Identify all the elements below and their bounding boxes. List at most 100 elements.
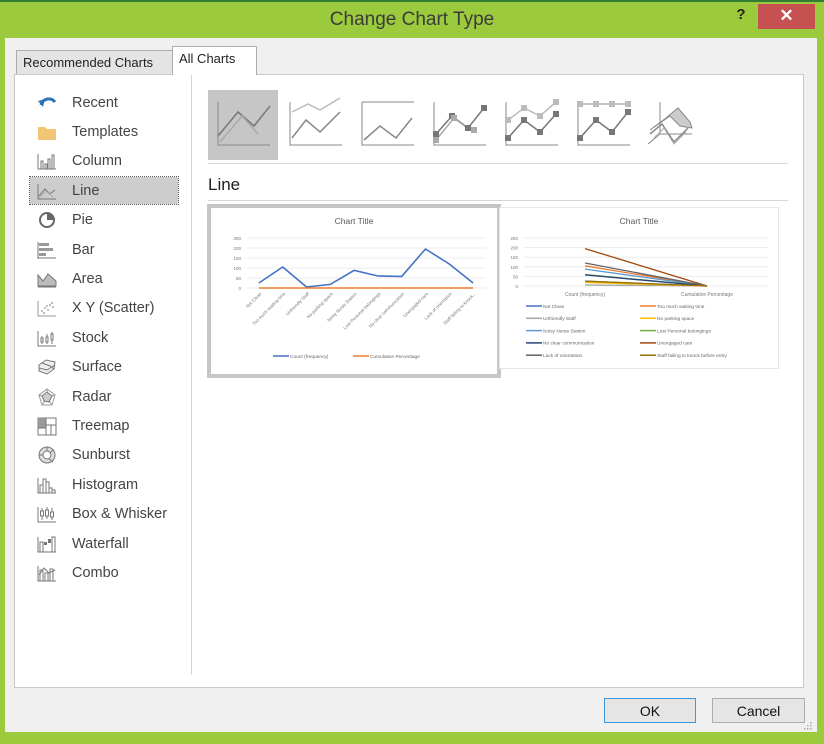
sidebar-item-label: X Y (Scatter) bbox=[72, 300, 155, 317]
sidebar-item-label: Area bbox=[72, 270, 103, 287]
subtype-line-icon[interactable] bbox=[208, 90, 278, 160]
y-tick-label: 150 bbox=[233, 256, 241, 261]
sidebar-item-waterfall[interactable]: Waterfall bbox=[30, 530, 178, 557]
y-tick-label: 250 bbox=[233, 236, 241, 241]
legend-label: Count (frequency) bbox=[290, 354, 329, 360]
legend-label: Unfriendly Staff bbox=[543, 316, 576, 322]
ok-button[interactable]: OK bbox=[604, 698, 696, 723]
sidebar-item-label: Radar bbox=[72, 388, 112, 405]
sidebar-item-label: Templates bbox=[72, 123, 139, 140]
bar-chart-icon bbox=[36, 240, 58, 260]
chart-preview-svg-1: Chart Title050100150200250Not CleanToo m… bbox=[233, 216, 485, 360]
chart-subtype-gallery bbox=[208, 90, 788, 160]
cancel-button[interactable]: Cancel bbox=[712, 698, 805, 723]
subtype-stacked-line-icon[interactable] bbox=[280, 90, 350, 160]
chart-preview-svg-2: Chart Title 0 50 100 150 200 250 Count (frequen… bbox=[510, 216, 768, 359]
sidebar-item-box-whisker[interactable]: Box & Whisker bbox=[30, 501, 178, 528]
subtype-line-with-markers-icon[interactable] bbox=[424, 90, 494, 160]
sidebar-item-label: Combo bbox=[72, 564, 119, 581]
y-tick-label: 100 bbox=[510, 265, 518, 270]
sidebar-item-stock[interactable]: Stock bbox=[30, 324, 178, 351]
subtype-100-stacked-line-with-markers-icon[interactable] bbox=[568, 90, 638, 160]
sidebar-item-radar[interactable]: Radar bbox=[30, 383, 178, 410]
sidebar-item-line[interactable]: Line bbox=[29, 176, 179, 206]
chart-type-list: Recent Templates Column Line Pie Bar Area X Y (… bbox=[15, 75, 192, 675]
column-chart-icon bbox=[36, 151, 58, 171]
tab-recommended-charts[interactable]: Recommended Charts bbox=[16, 50, 174, 74]
close-button[interactable]: ✕ bbox=[758, 4, 815, 29]
combo-chart-icon bbox=[36, 563, 58, 583]
help-button[interactable]: ? bbox=[733, 6, 749, 28]
scatter-chart-icon bbox=[36, 298, 58, 318]
sidebar-item-column[interactable]: Column bbox=[30, 148, 178, 175]
x-tick-label: Not Clean bbox=[245, 291, 263, 309]
x-tick-label: Cumulative Percentage bbox=[681, 292, 733, 298]
recent-icon bbox=[36, 93, 58, 113]
subtype-title: Line bbox=[208, 175, 241, 194]
sidebar-item-treemap[interactable]: Treemap bbox=[30, 412, 178, 439]
all-charts-panel: Recent Templates Column Line Pie Bar Area X Y (… bbox=[14, 74, 804, 688]
y-tick-label: 50 bbox=[513, 274, 519, 279]
sidebar-item-area[interactable]: Area bbox=[30, 265, 178, 292]
y-tick-label: 0 bbox=[515, 284, 518, 289]
sidebar-item-pie[interactable]: Pie bbox=[30, 207, 178, 234]
sidebar-item-templates[interactable]: Templates bbox=[30, 118, 178, 145]
legend-label: Lost Personal belongings bbox=[657, 328, 711, 334]
line-chart-icon bbox=[36, 181, 58, 201]
sidebar-item-label: Stock bbox=[72, 329, 109, 346]
sidebar-item-sunburst[interactable]: Sunburst bbox=[30, 442, 178, 469]
folder-icon bbox=[36, 122, 58, 142]
area-chart-icon bbox=[36, 269, 58, 289]
box-whisker-chart-icon bbox=[36, 504, 58, 524]
subtype-100-stacked-line-icon[interactable] bbox=[352, 90, 422, 160]
sidebar-item-label: Waterfall bbox=[72, 535, 129, 552]
resize-grip-icon[interactable] bbox=[804, 722, 812, 730]
legend-label: Too much waiting time bbox=[657, 304, 705, 310]
chart-title: Chart Title bbox=[620, 216, 659, 226]
chart-preview-1[interactable]: Chart Title 0 50 100 150 200 250 Not Clean Too m… bbox=[207, 204, 501, 378]
legend-label: Lack of orientation bbox=[543, 353, 583, 359]
chart-title: Chart Title bbox=[335, 216, 374, 226]
treemap-chart-icon bbox=[36, 416, 58, 436]
sidebar-item-label: Line bbox=[72, 182, 100, 199]
sidebar-item-histogram[interactable]: Histogram bbox=[30, 471, 178, 498]
subtype-stacked-line-with-markers-icon[interactable] bbox=[496, 90, 566, 160]
dialog-body: Recommended Charts All Charts Recent Temp… bbox=[5, 38, 817, 732]
x-tick-label: Count (frequency) bbox=[565, 292, 605, 298]
legend-label: Unengaged care bbox=[657, 341, 693, 347]
sidebar-item-label: Sunburst bbox=[72, 447, 131, 464]
legend-label: Cumulative Percentage bbox=[370, 354, 420, 360]
subtype-3d-line-icon[interactable] bbox=[640, 90, 710, 160]
legend-label: No parking space bbox=[657, 316, 695, 322]
divider bbox=[208, 163, 788, 164]
waterfall-chart-icon bbox=[36, 534, 58, 554]
legend-label: Staff failing to knock before entry bbox=[657, 353, 727, 359]
sidebar-item-label: Treemap bbox=[72, 417, 130, 434]
sidebar-item-label: Box & Whisker bbox=[72, 506, 168, 523]
y-tick-label: 0 bbox=[238, 286, 241, 291]
y-tick-label: 150 bbox=[510, 255, 518, 260]
title-bar[interactable]: Change Chart Type ? ✕ bbox=[0, 2, 824, 38]
sidebar-item-label: Bar bbox=[72, 241, 95, 258]
sidebar-item-surface[interactable]: Surface bbox=[30, 354, 178, 381]
sidebar-item-label: Recent bbox=[72, 94, 118, 111]
y-tick-label: 250 bbox=[510, 236, 518, 241]
pie-chart-icon bbox=[36, 210, 58, 230]
chart-preview-2[interactable]: Chart Title 0 50 100 150 200 250 Count (frequen… bbox=[499, 207, 779, 369]
sidebar-item-label: Column bbox=[72, 153, 122, 170]
y-tick-label: 100 bbox=[233, 266, 241, 271]
divider bbox=[208, 200, 788, 201]
x-tick-label: Unfriendly Staff bbox=[285, 291, 311, 317]
legend-label: No clear communication bbox=[543, 341, 595, 347]
sidebar-item-combo[interactable]: Combo bbox=[30, 559, 178, 586]
sunburst-chart-icon bbox=[36, 445, 58, 465]
y-tick-label: 200 bbox=[233, 246, 241, 251]
sidebar-item-bar[interactable]: Bar bbox=[30, 236, 178, 263]
tab-all-charts[interactable]: All Charts bbox=[172, 46, 257, 75]
radar-chart-icon bbox=[36, 387, 58, 407]
sidebar-item-x-y-scatter[interactable]: X Y (Scatter) bbox=[30, 295, 178, 322]
window-title: Change Chart Type bbox=[329, 9, 495, 30]
surface-chart-icon bbox=[36, 357, 58, 377]
sidebar-item-recent[interactable]: Recent bbox=[30, 89, 178, 116]
stock-chart-icon bbox=[36, 328, 58, 348]
